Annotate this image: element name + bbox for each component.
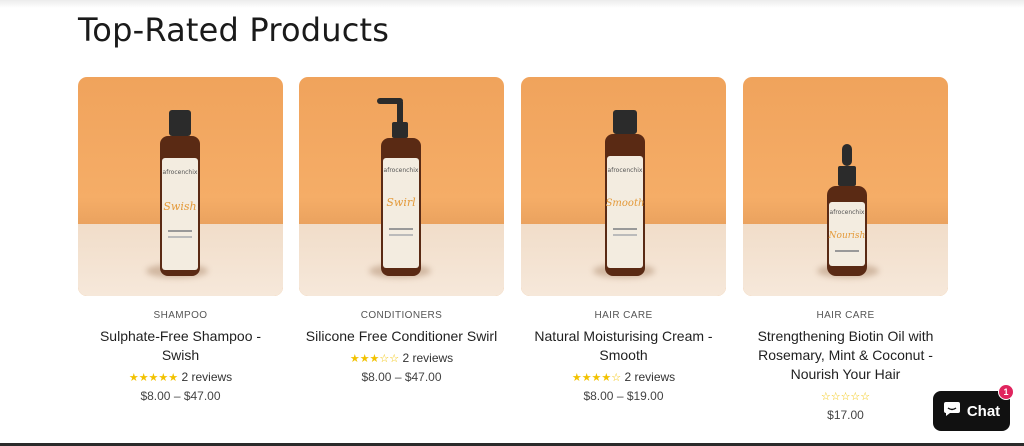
product-rating: ★★★☆☆ 2 reviews xyxy=(299,351,504,365)
product-price: $8.00 – $19.00 xyxy=(583,389,664,403)
product-card-nourish[interactable]: afrocenchix Nourish HAIR CARE Strengthen… xyxy=(743,77,948,422)
product-rating: ★★★★☆ 2 reviews xyxy=(521,370,726,384)
product-card-swish[interactable]: afrocenchix Swish SHAMPOO Sulphate-Free … xyxy=(78,77,283,417)
product-category: HAIR CARE xyxy=(816,310,875,321)
product-price: $8.00 – $47.00 xyxy=(140,389,221,403)
shampoo-bottle-icon: afrocenchix Swish xyxy=(158,110,202,276)
pump-bottle-icon: afrocenchix Swirl xyxy=(375,96,429,276)
product-name[interactable]: Silicone Free Conditioner Swirl xyxy=(299,327,504,346)
product-image[interactable]: afrocenchix Swish xyxy=(78,77,283,296)
review-count: 2 reviews xyxy=(624,370,676,384)
product-image[interactable]: afrocenchix Smooth xyxy=(521,77,726,296)
svg-text:afrocenchix: afrocenchix xyxy=(384,167,419,174)
product-price: $17.00 xyxy=(827,408,864,422)
product-category: HAIR CARE xyxy=(594,310,653,321)
product-category: CONDITIONERS xyxy=(360,310,443,321)
bottle-label-text: Smooth xyxy=(606,198,645,209)
star-rating-icon: ★★★★★ xyxy=(128,372,179,384)
product-rating: ★★★★★ 2 reviews xyxy=(78,370,283,384)
bottle-label-text: Swirl xyxy=(386,196,416,209)
chat-label: Chat xyxy=(966,402,1001,420)
svg-text:afrocenchix: afrocenchix xyxy=(830,209,865,216)
chat-bubble-icon xyxy=(943,401,961,421)
header-shadow xyxy=(0,0,1024,8)
dropper-bottle-icon: afrocenchix Nourish xyxy=(825,144,869,276)
product-name[interactable]: Sulphate-Free Shampoo - Swish xyxy=(78,327,283,365)
product-category: SHAMPOO xyxy=(153,310,208,321)
svg-text:afrocenchix: afrocenchix xyxy=(163,169,198,176)
product-name[interactable]: Strengthening Biotin Oil with Rosemary, … xyxy=(743,327,948,384)
star-rating-icon: ☆☆☆☆☆ xyxy=(820,391,871,403)
svg-text:afrocenchix: afrocenchix xyxy=(608,167,643,174)
product-image[interactable]: afrocenchix Nourish xyxy=(743,77,948,296)
section-title: Top-Rated Products xyxy=(78,11,390,49)
chat-button[interactable]: Chat xyxy=(933,391,1010,431)
product-card-swirl[interactable]: afrocenchix Swirl CONDITIONERS Silicone … xyxy=(299,77,504,417)
product-grid: afrocenchix Swish SHAMPOO Sulphate-Free … xyxy=(78,77,948,422)
product-card-smooth[interactable]: afrocenchix Smooth HAIR CARE Natural Moi… xyxy=(521,77,726,417)
star-rating-icon: ★★★☆☆ xyxy=(349,353,400,365)
bottle-label-text: Swish xyxy=(163,200,196,213)
review-count: 2 reviews xyxy=(402,351,454,365)
review-count: 2 reviews xyxy=(181,370,233,384)
product-name[interactable]: Natural Moisturising Cream - Smooth xyxy=(521,327,726,365)
product-rating: ☆☆☆☆☆ xyxy=(743,389,948,403)
product-image[interactable]: afrocenchix Swirl xyxy=(299,77,504,296)
star-rating-icon: ★★★★☆ xyxy=(571,372,622,384)
chat-notification-badge: 1 xyxy=(998,384,1014,400)
cream-bottle-icon: afrocenchix Smooth xyxy=(603,110,647,276)
bottle-label-text: Nourish xyxy=(828,231,866,241)
product-price: $8.00 – $47.00 xyxy=(361,370,442,384)
